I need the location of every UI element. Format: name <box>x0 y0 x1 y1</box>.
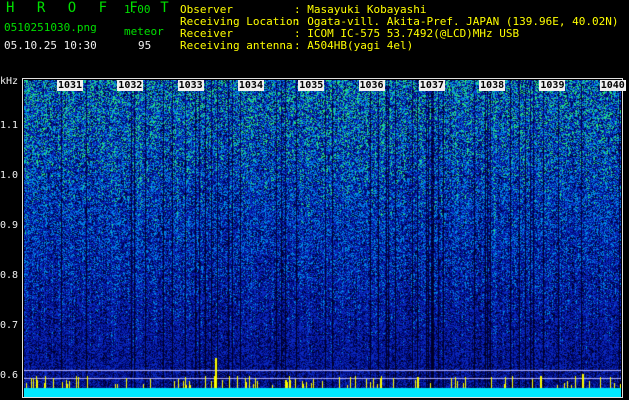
time-mark-label: 1032 <box>117 80 144 91</box>
time-mark-label: 1039 <box>539 80 566 91</box>
frequency-tick-label: 0.9 <box>0 220 19 231</box>
file-name: 0510251030.png <box>4 21 97 34</box>
time-mark-label: 1040 <box>599 80 626 91</box>
app-version: 1.00 <box>124 3 151 16</box>
frequency-tick-label: 0.8 <box>0 270 19 281</box>
frequency-tick-label: 1.0 <box>0 170 19 181</box>
meteor-label: meteor <box>124 25 164 38</box>
observation-datetime: 05.10.25 10:30 <box>4 39 97 52</box>
frequency-axis: 1.1 1.0 0.9 0.8 0.7 0.6 <box>0 76 24 400</box>
antenna-label: Receiving antenna <box>180 39 293 52</box>
frequency-tick-label: 0.6 <box>0 370 19 381</box>
header-panel: H R O F F T 1.00 0510251030.png 05.10.25… <box>0 0 629 76</box>
spectrogram-canvas <box>24 80 621 398</box>
meteor-count: 95 <box>138 39 152 52</box>
frequency-tick-label: 0.7 <box>0 320 19 331</box>
time-mark-label: 1037 <box>418 80 445 91</box>
time-mark-label: 1036 <box>358 80 385 91</box>
time-mark-label: 1038 <box>479 80 506 91</box>
frequency-tick-label: 1.1 <box>0 120 19 131</box>
time-mark-label: 1034 <box>237 80 264 91</box>
time-mark-label: 1035 <box>298 80 325 91</box>
time-mark-label: 1033 <box>177 80 204 91</box>
time-mark-label: 1031 <box>57 80 84 91</box>
antenna-value: : A504HB(yagi 4el) <box>294 39 414 52</box>
